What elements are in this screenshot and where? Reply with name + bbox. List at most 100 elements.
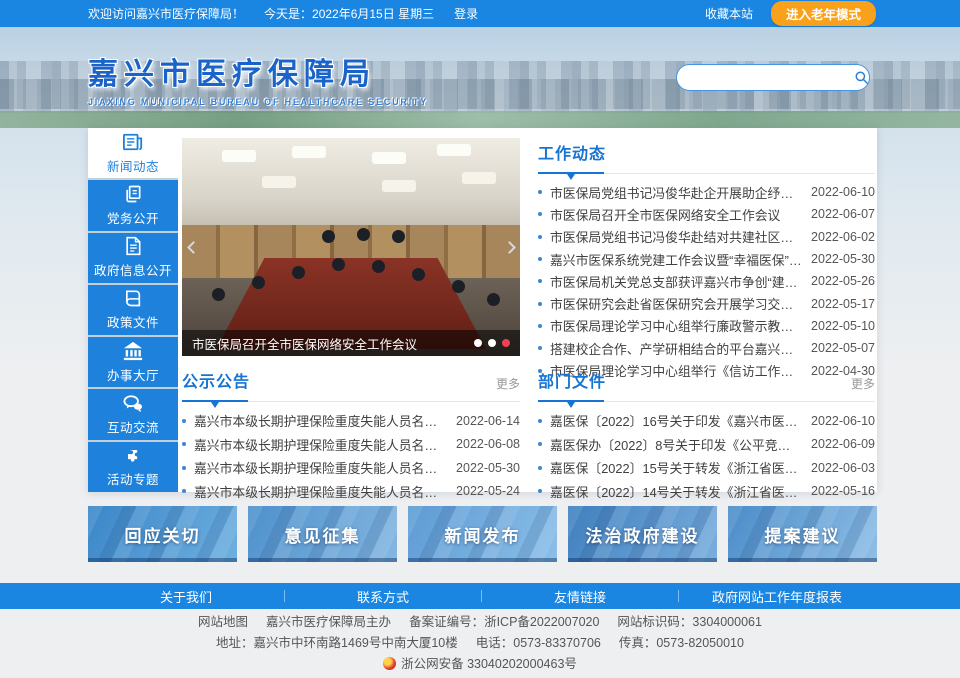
news-item[interactable]: 市医保局党组书记冯俊华赴结对共建社区指导全国文...2022-06-02 bbox=[538, 226, 875, 248]
carousel-photo-person bbox=[292, 266, 305, 279]
section-department-documents: 部门文件 更多 嘉医保〔2022〕16号关于印发《嘉兴市医疗保...2022-0… bbox=[538, 368, 875, 503]
news-item[interactable]: 嘉兴市医保系统党建工作会议暨“幸福医保”党建联...2022-05-30 bbox=[538, 248, 875, 270]
welcome-text: 欢迎访问嘉兴市医疗保障局！ bbox=[88, 5, 244, 22]
sidebar-item-gov-info[interactable]: 政府信息公开 bbox=[88, 233, 178, 283]
site-logo[interactable]: 嘉兴市医疗保障局 JIAXING MUNICIPAL BUREAU OF HEA… bbox=[88, 49, 428, 107]
news-item[interactable]: 市医保局召开全市医保网络安全工作会议2022-06-07 bbox=[538, 203, 875, 225]
news-item[interactable]: 嘉兴市本级长期护理保险重度失能人员名单公示（2...2022-05-24 bbox=[182, 480, 520, 504]
bullet-icon bbox=[538, 466, 542, 470]
sidebar-item-label: 政府信息公开 bbox=[94, 260, 172, 279]
banner-rule-of-law[interactable]: 法治政府建设 bbox=[568, 506, 717, 562]
icp-text: 备案证编号：浙ICP备2022007020 bbox=[409, 615, 599, 629]
quick-banners: 回应关切 意见征集 新闻发布 法治政府建设 提案建议 bbox=[88, 506, 877, 562]
bullet-icon bbox=[538, 489, 542, 493]
host-text: 嘉兴市医疗保障局主办 bbox=[266, 615, 391, 629]
footer-line-3: 浙公网安备 33040202000463号 bbox=[0, 654, 960, 675]
site-subtitle: JIAXING MUNICIPAL BUREAU OF HEALTHCARE S… bbox=[88, 97, 428, 107]
news-carousel[interactable]: 市医保局召开全市医保网络安全工作会议 bbox=[182, 138, 520, 356]
bullet-icon bbox=[182, 419, 186, 423]
site-code-text: 网站标识码：3304000061 bbox=[617, 615, 762, 629]
bullet-icon bbox=[182, 466, 186, 470]
news-item[interactable]: 搭建校企合作、产学研相结合的平台嘉兴市长期护理...2022-05-07 bbox=[538, 337, 875, 359]
carousel-photo-person bbox=[322, 230, 335, 243]
news-item[interactable]: 嘉医保办〔2022〕8号关于印发《公平竞争审查...2022-06-09 bbox=[538, 433, 875, 457]
login-link[interactable]: 登录 bbox=[454, 5, 478, 22]
sidebar-item-label: 政策文件 bbox=[107, 312, 159, 331]
bullet-icon bbox=[538, 257, 542, 261]
bullet-icon bbox=[182, 442, 186, 446]
sidebar-item-label: 活动专题 bbox=[107, 469, 159, 488]
sidebar-item-label: 办事大厅 bbox=[107, 365, 159, 384]
footer-line-2: 地址：嘉兴市中环南路1469号中南大厦10楼电话：0573-83370706传真… bbox=[0, 633, 960, 654]
news-item[interactable]: 市医保研究会赴省医保研究会开展学习交流活动2022-05-17 bbox=[538, 292, 875, 314]
puzzle-icon bbox=[123, 445, 143, 465]
search-icon[interactable] bbox=[854, 70, 869, 85]
document-icon bbox=[124, 236, 142, 256]
footer-link-about[interactable]: 关于我们 bbox=[88, 587, 284, 606]
bullet-icon bbox=[538, 190, 542, 194]
news-item[interactable]: 嘉兴市本级长期护理保险重度失能人员名单公示（2...2022-06-14 bbox=[182, 409, 520, 433]
carousel-caption[interactable]: 市医保局召开全市医保网络安全工作会议 bbox=[192, 334, 474, 353]
sidebar-item-special-topics[interactable]: 活动专题 bbox=[88, 442, 178, 492]
banner-respond-concerns[interactable]: 回应关切 bbox=[88, 506, 237, 562]
bullet-icon bbox=[538, 442, 542, 446]
section-title[interactable]: 部门文件 bbox=[538, 368, 606, 392]
carousel-dots bbox=[474, 339, 510, 347]
carousel-dot[interactable] bbox=[502, 339, 510, 347]
carousel-prev-button[interactable] bbox=[184, 233, 202, 261]
banner-opinion-collection[interactable]: 意见征集 bbox=[248, 506, 397, 562]
page: 欢迎访问嘉兴市医疗保障局！ 今天是：2022年6月15日 星期三 登录 收藏本站… bbox=[0, 0, 960, 678]
favorite-link[interactable]: 收藏本站 bbox=[705, 5, 753, 22]
sidebar-item-party-affairs[interactable]: 党务公开 bbox=[88, 180, 178, 230]
site-title: 嘉兴市医疗保障局 bbox=[88, 49, 428, 93]
footer-link-friendly-links[interactable]: 友情链接 bbox=[482, 587, 678, 606]
news-item[interactable]: 嘉兴市本级长期护理保险重度失能人员名单公示（2...2022-06-08 bbox=[182, 433, 520, 457]
carousel-dot[interactable] bbox=[474, 339, 482, 347]
bullet-icon bbox=[182, 489, 186, 493]
carousel-caption-bar: 市医保局召开全市医保网络安全工作会议 bbox=[182, 330, 520, 356]
news-item[interactable]: 市医保局党组书记冯俊华赴企开展助企纾困活动2022-06-10 bbox=[538, 181, 875, 203]
sidebar-item-news[interactable]: 新闻动态 bbox=[88, 128, 178, 178]
more-link[interactable]: 更多 bbox=[851, 375, 875, 392]
section-header: 公示公告 更多 bbox=[182, 368, 520, 402]
banner-proposals[interactable]: 提案建议 bbox=[728, 506, 877, 562]
section-title[interactable]: 工作动态 bbox=[538, 140, 606, 164]
footer-nav: 关于我们 联系方式 友情链接 政府网站工作年度报表 bbox=[0, 583, 960, 609]
footer-link-contact[interactable]: 联系方式 bbox=[285, 587, 481, 606]
security-text[interactable]: 浙公网安备 33040202000463号 bbox=[401, 657, 577, 671]
carousel-photo-person bbox=[372, 260, 385, 273]
sidebar-item-policy-files[interactable]: 政策文件 bbox=[88, 285, 178, 335]
carousel-photo-person bbox=[212, 288, 225, 301]
carousel-next-button[interactable] bbox=[500, 233, 518, 261]
more-link[interactable]: 更多 bbox=[496, 375, 520, 392]
news-item[interactable]: 嘉医保〔2022〕15号关于转发《浙江省医疗保...2022-06-03 bbox=[538, 456, 875, 480]
news-item[interactable]: 嘉医保〔2022〕16号关于印发《嘉兴市医疗保...2022-06-10 bbox=[538, 409, 875, 433]
news-item[interactable]: 嘉兴市本级长期护理保险重度失能人员名单公示（2...2022-05-30 bbox=[182, 456, 520, 480]
carousel-photo-person bbox=[487, 293, 500, 306]
section-public-notices: 公示公告 更多 嘉兴市本级长期护理保险重度失能人员名单公示（2...2022-0… bbox=[182, 368, 520, 503]
topbar: 欢迎访问嘉兴市医疗保障局！ 今天是：2022年6月15日 星期三 登录 收藏本站… bbox=[0, 0, 960, 27]
sitemap-link[interactable]: 网站地图 bbox=[198, 615, 248, 629]
site-header: 嘉兴市医疗保障局 JIAXING MUNICIPAL BUREAU OF HEA… bbox=[0, 27, 960, 128]
phone-text: 电话：0573-83370706 bbox=[476, 636, 601, 650]
sidebar-item-service-hall[interactable]: 办事大厅 bbox=[88, 337, 178, 387]
news-item[interactable]: 嘉医保〔2022〕14号关于转发《浙江省医疗保...2022-05-16 bbox=[538, 480, 875, 504]
sidebar-item-interaction[interactable]: 互动交流 bbox=[88, 389, 178, 439]
fax-text: 传真：0573-82050010 bbox=[619, 636, 744, 650]
news-item[interactable]: 市医保局机关党总支部获评嘉兴市争创“建设清廉机...2022-05-26 bbox=[538, 270, 875, 292]
carousel-photo-person bbox=[357, 228, 370, 241]
pages-icon bbox=[123, 184, 143, 204]
bullet-icon bbox=[538, 212, 542, 216]
carousel-dot[interactable] bbox=[488, 339, 496, 347]
news-item[interactable]: 市医保局理论学习中心组举行廉政警示教育专题学习...2022-05-10 bbox=[538, 315, 875, 337]
carousel-photo-lights bbox=[222, 150, 256, 162]
security-badge-icon bbox=[383, 657, 396, 670]
search-box[interactable] bbox=[676, 64, 870, 91]
search-input[interactable] bbox=[677, 71, 854, 85]
book-icon bbox=[123, 288, 144, 308]
footer-link-annual-report[interactable]: 政府网站工作年度报表 bbox=[679, 587, 875, 606]
carousel-photo-person bbox=[252, 276, 265, 289]
banner-news-release[interactable]: 新闻发布 bbox=[408, 506, 557, 562]
section-title[interactable]: 公示公告 bbox=[182, 368, 250, 392]
elder-mode-button[interactable]: 进入老年模式 bbox=[771, 1, 876, 26]
